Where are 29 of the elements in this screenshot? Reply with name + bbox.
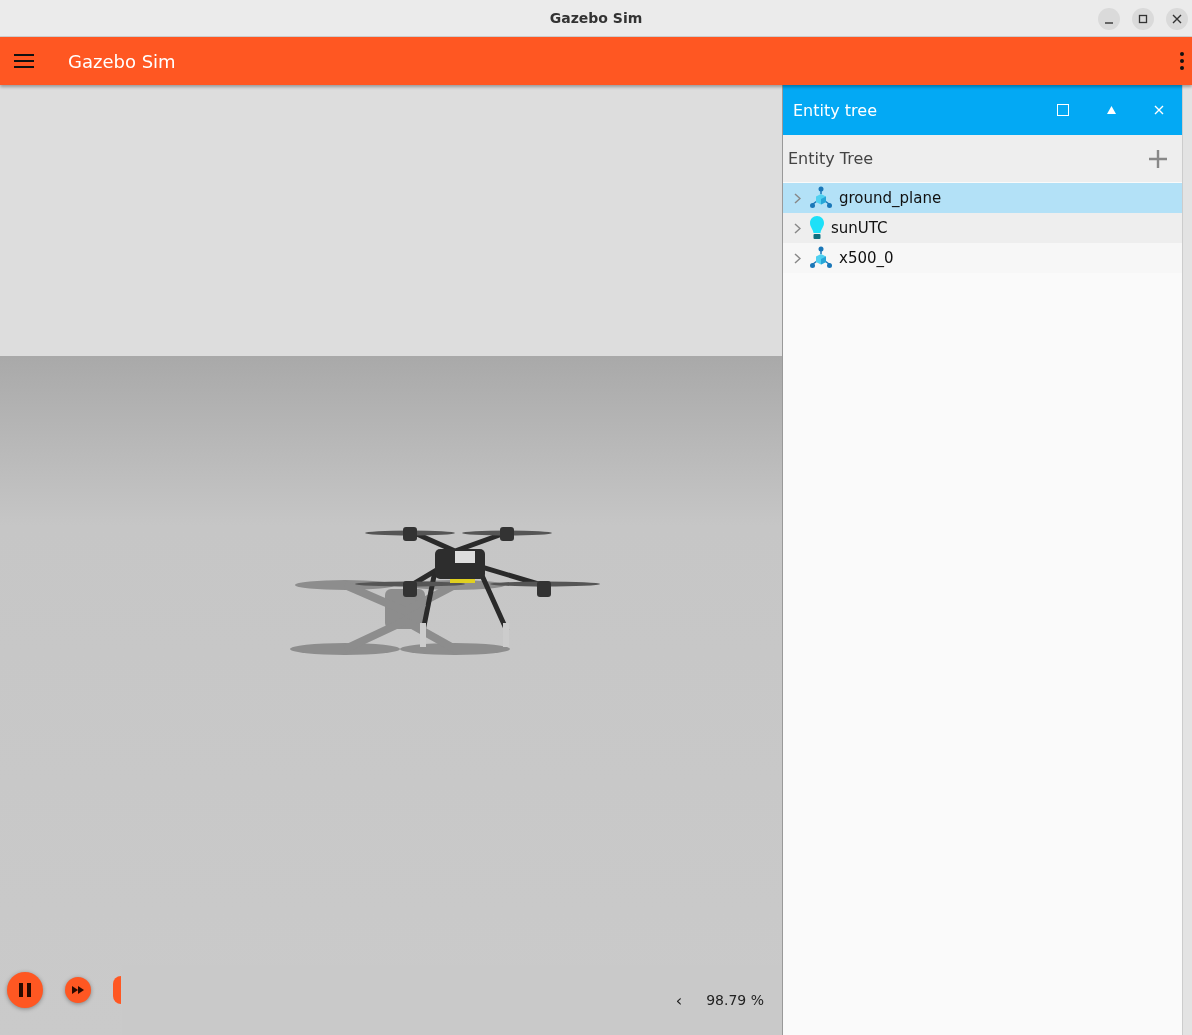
model-icon	[809, 246, 833, 270]
dock-icon[interactable]	[1057, 104, 1069, 116]
fast-forward-icon	[72, 986, 84, 994]
entity-tree-item[interactable]: sunUTC	[783, 213, 1182, 243]
collapse-button[interactable]: ‹	[671, 990, 687, 1010]
entity-tree-item[interactable]: ground_plane	[783, 183, 1182, 213]
close-icon	[1172, 14, 1182, 24]
real-time-factor: 98.79 %	[706, 992, 764, 1008]
step-button[interactable]	[113, 976, 121, 1004]
app-title: Gazebo Sim	[68, 50, 177, 72]
light-bulb-icon	[809, 215, 825, 241]
more-options-icon[interactable]	[1180, 52, 1184, 70]
window-title: Gazebo Sim	[549, 10, 643, 26]
model-icon	[809, 186, 833, 210]
pause-icon	[18, 983, 32, 997]
minimize-button[interactable]	[1098, 8, 1120, 30]
entity-tree-heading: Entity Tree	[788, 149, 874, 168]
entity-name: x500_0	[839, 249, 894, 267]
close-icon[interactable]	[1154, 105, 1164, 115]
minimize-icon	[1105, 22, 1113, 24]
close-button[interactable]	[1166, 8, 1188, 30]
entity-name: sunUTC	[831, 219, 888, 237]
panel-title: Entity tree	[793, 100, 878, 120]
add-icon[interactable]	[1148, 148, 1168, 169]
maximize-button[interactable]	[1132, 8, 1154, 30]
entity-name: ground_plane	[839, 189, 942, 207]
collapse-icon[interactable]	[1107, 106, 1116, 114]
maximize-icon	[1138, 14, 1148, 24]
menu-icon[interactable]	[14, 53, 34, 69]
